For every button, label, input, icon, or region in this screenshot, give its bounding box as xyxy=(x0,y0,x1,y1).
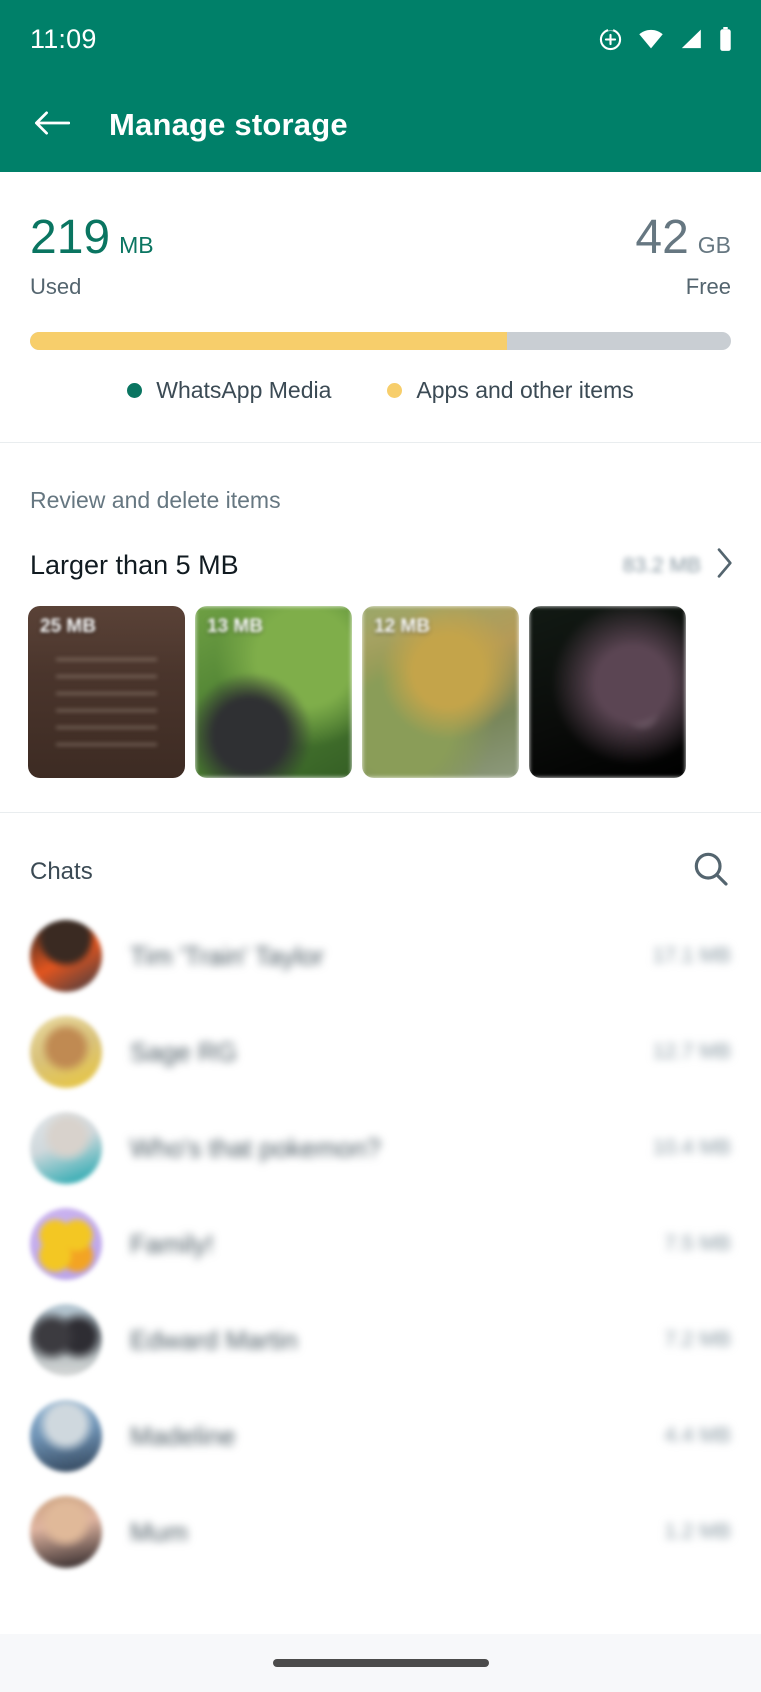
thumbnail-size-label: 25 MB xyxy=(40,616,96,637)
avatar xyxy=(30,1400,102,1472)
larger-than-size: 83.2 MB xyxy=(622,553,701,577)
large-media-thumbnails: 25 MB 13 MB 12 MB xyxy=(0,584,761,778)
free-amount: 42 GB xyxy=(635,214,731,262)
chat-size: 4.4 MB xyxy=(664,1424,731,1447)
chat-size: 10.4 MB xyxy=(652,1136,731,1159)
avatar xyxy=(30,1304,102,1376)
storage-bar-used-fill xyxy=(30,332,507,350)
media-thumbnail[interactable]: 25 MB xyxy=(28,606,185,778)
chat-row[interactable]: Sage RG 12.7 MB xyxy=(0,1004,761,1100)
chevron-right-icon xyxy=(715,547,735,584)
used-amount: 219 MB xyxy=(30,214,154,262)
avatar xyxy=(30,1016,102,1088)
chat-size: 17.1 MB xyxy=(652,944,731,967)
chat-name: Madeline xyxy=(130,1420,236,1451)
search-icon xyxy=(691,852,731,893)
legend-item: Apps and other items xyxy=(387,377,634,404)
review-and-delete-section: Review and delete items Larger than 5 MB… xyxy=(0,443,761,812)
larger-than-right: 83.2 MB xyxy=(623,547,735,584)
battery-icon xyxy=(718,26,733,52)
search-button[interactable] xyxy=(691,849,731,894)
page-title: Manage storage xyxy=(109,107,348,142)
chat-size: 1.2 MB xyxy=(664,1520,731,1543)
larger-than-5mb-row[interactable]: Larger than 5 MB 83.2 MB xyxy=(0,514,761,584)
legend-label: Apps and other items xyxy=(416,377,634,403)
legend-dot-apps xyxy=(387,383,403,398)
chat-size: 12.7 MB xyxy=(652,1040,731,1063)
free-value: 42 xyxy=(635,211,689,264)
chats-section: Chats Tim 'Train' Taylor 17.1 MB Sage RG xyxy=(0,813,761,1580)
used-value: 219 xyxy=(30,211,111,264)
status-bar-clock: 11:09 xyxy=(30,23,97,54)
chat-size: 7.2 MB xyxy=(664,1328,731,1351)
chat-name: Tim 'Train' Taylor xyxy=(130,940,324,971)
avatar xyxy=(30,1208,102,1280)
alarm-plus-icon xyxy=(598,27,623,52)
chats-title: Chats xyxy=(30,857,93,885)
chat-list: Tim 'Train' Taylor 17.1 MB Sage RG 12.7 … xyxy=(0,894,761,1580)
cellular-signal-icon xyxy=(679,28,703,50)
chat-row[interactable]: Mum 1.2 MB xyxy=(0,1484,761,1580)
media-thumbnail[interactable]: 12 MB xyxy=(362,606,519,778)
chat-row[interactable]: Who's that pokemon? 10.4 MB xyxy=(0,1100,761,1196)
chat-name: Mum xyxy=(130,1516,188,1547)
back-arrow-icon xyxy=(34,108,71,143)
free-block: 42 GB Free xyxy=(635,214,731,300)
chat-size: 7.5 MB xyxy=(664,1232,731,1255)
storage-summary: 219 MB Used 42 GB Free WhatsApp Media Ap… xyxy=(0,172,761,442)
chat-name: Edward Martin xyxy=(130,1324,298,1355)
chat-row[interactable]: Family! 7.5 MB xyxy=(0,1196,761,1292)
thumbnail-image xyxy=(529,606,686,778)
review-heading: Review and delete items xyxy=(30,487,281,513)
avatar xyxy=(30,1496,102,1568)
thumbnail-size-label: 12 MB xyxy=(374,616,430,637)
legend-label: WhatsApp Media xyxy=(156,377,332,403)
app-bar: Manage storage xyxy=(0,78,761,172)
screen-root: 11:09 Manage storage 219 MB Used 42 GB F… xyxy=(0,0,761,1692)
storage-legend: WhatsApp Media Apps and other items xyxy=(30,377,731,442)
avatar xyxy=(30,920,102,992)
media-thumbnail[interactable]: 13 MB xyxy=(195,606,352,778)
status-bar-icons xyxy=(598,26,733,52)
status-bar: 11:09 xyxy=(0,0,761,78)
usage-row: 219 MB Used 42 GB Free xyxy=(30,214,731,300)
thumbnail-size-label: 13 MB xyxy=(207,616,263,637)
used-block: 219 MB Used xyxy=(30,214,154,300)
free-label: Free xyxy=(685,274,731,299)
legend-dot-media xyxy=(127,383,143,398)
wifi-icon xyxy=(638,28,664,50)
legend-item: WhatsApp Media xyxy=(127,377,331,404)
chats-header: Chats xyxy=(0,813,761,894)
back-button[interactable] xyxy=(28,101,76,149)
used-unit: MB xyxy=(119,232,154,258)
chat-row[interactable]: Madeline 4.4 MB xyxy=(0,1388,761,1484)
avatar xyxy=(30,1112,102,1184)
chat-name: Family! xyxy=(130,1228,214,1259)
chat-row[interactable]: Edward Martin 7.2 MB xyxy=(0,1292,761,1388)
chat-name: Who's that pokemon? xyxy=(130,1132,381,1163)
used-label: Used xyxy=(30,274,82,299)
storage-bar xyxy=(30,332,731,350)
free-unit: GB xyxy=(697,232,731,258)
chat-row[interactable]: Tim 'Train' Taylor 17.1 MB xyxy=(0,908,761,1004)
gesture-nav-bar xyxy=(0,1634,761,1692)
chat-name: Sage RG xyxy=(130,1036,237,1067)
larger-than-label: Larger than 5 MB xyxy=(30,550,239,580)
gesture-nav-pill[interactable] xyxy=(272,1659,489,1667)
media-thumbnail[interactable] xyxy=(529,606,686,778)
